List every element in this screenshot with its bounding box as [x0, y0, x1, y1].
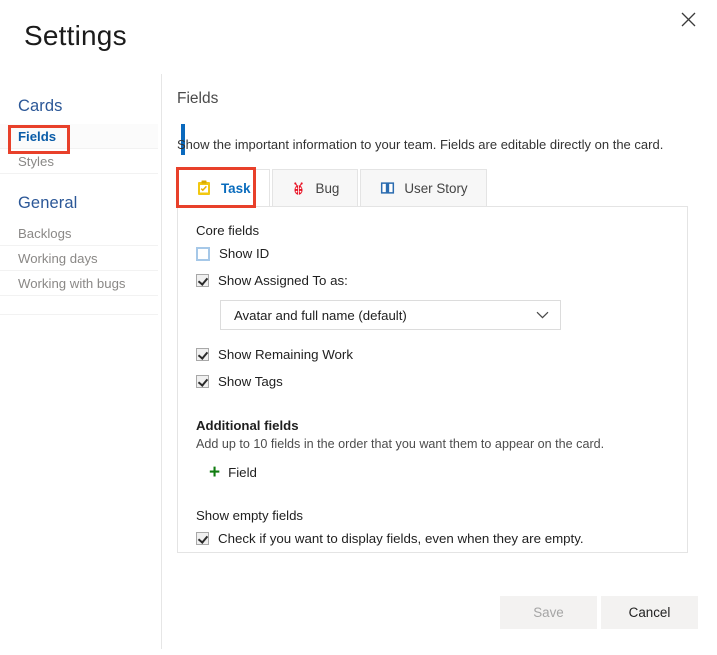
- show-id-row[interactable]: Show ID: [196, 246, 669, 261]
- sidebar-group-general-title: General: [18, 194, 78, 212]
- chevron-down-icon: [536, 311, 549, 319]
- save-button[interactable]: Save: [500, 596, 597, 629]
- assigned-to-display-select[interactable]: Avatar and full name (default): [220, 300, 561, 330]
- show-assigned-to-checkbox[interactable]: [196, 274, 209, 287]
- book-icon: [379, 180, 395, 196]
- show-tags-label: Show Tags: [218, 374, 283, 389]
- sidebar-item-working-with-bugs[interactable]: Working with bugs: [0, 271, 158, 296]
- page-title: Settings: [24, 20, 127, 51]
- tab-task[interactable]: Task: [177, 169, 270, 206]
- add-field-label: Field: [228, 465, 257, 480]
- add-field-button[interactable]: + Field: [209, 461, 257, 483]
- sidebar-item-fields[interactable]: Fields: [0, 124, 158, 149]
- fields-panel: Core fields Show ID Show Assigned To as:…: [177, 206, 688, 553]
- sidebar-item-styles[interactable]: Styles: [0, 149, 158, 174]
- additional-fields-description: Add up to 10 fields in the order that yo…: [196, 437, 605, 451]
- ladybug-icon: [291, 180, 307, 196]
- settings-dialog: Settings Cards Fields Styles General Bac…: [0, 0, 717, 655]
- assigned-to-display-value: Avatar and full name (default): [234, 307, 407, 323]
- additional-fields-label: Additional fields: [196, 418, 299, 433]
- sidebar-group-cards-title: Cards: [18, 97, 63, 115]
- show-remaining-work-label: Show Remaining Work: [218, 347, 353, 362]
- sidebar: Cards Fields Styles General Backlogs Wor…: [0, 93, 160, 315]
- content-title: Fields: [177, 90, 219, 107]
- core-fields-label: Core fields: [196, 223, 260, 238]
- show-empty-fields-checkbox[interactable]: [196, 532, 209, 545]
- sidebar-item-working-days[interactable]: Working days: [0, 246, 158, 271]
- clipboard-task-icon: [196, 180, 212, 196]
- sidebar-item-label: Backlogs: [18, 226, 72, 241]
- tab-user-story[interactable]: User Story: [360, 169, 487, 206]
- show-empty-fields-label: Show empty fields: [196, 508, 304, 523]
- close-icon[interactable]: [673, 5, 703, 33]
- show-id-checkbox[interactable]: [196, 246, 210, 261]
- sidebar-item-backlogs[interactable]: Backlogs: [0, 221, 158, 246]
- sidebar-item-label: Working days: [18, 251, 98, 266]
- show-empty-fields-checkbox-label: Check if you want to display fields, eve…: [218, 531, 584, 546]
- sidebar-spacer-bottom: [0, 296, 160, 314]
- show-assigned-to-row[interactable]: Show Assigned To as:: [196, 273, 669, 288]
- sidebar-bottom-divider: [0, 314, 158, 315]
- sidebar-item-label: Styles: [18, 154, 54, 169]
- tab-label: Task: [221, 180, 251, 196]
- sidebar-item-label: Fields: [18, 129, 57, 144]
- show-remaining-work-row[interactable]: Show Remaining Work: [196, 347, 669, 362]
- show-id-label: Show ID: [219, 246, 270, 261]
- tab-label: Bug: [315, 180, 340, 196]
- plus-icon: +: [209, 461, 221, 483]
- show-empty-fields-row[interactable]: Check if you want to display fields, eve…: [196, 531, 669, 546]
- show-remaining-work-checkbox[interactable]: [196, 348, 209, 361]
- work-item-type-tabs: Task Bug User Story: [177, 169, 487, 206]
- sidebar-divider: [161, 74, 162, 649]
- show-tags-checkbox[interactable]: [196, 375, 209, 388]
- tab-bug[interactable]: Bug: [271, 169, 359, 206]
- content-description: Show the important information to your t…: [177, 137, 664, 152]
- show-tags-row[interactable]: Show Tags: [196, 374, 669, 389]
- tab-label: User Story: [404, 180, 468, 196]
- sidebar-item-label: Working with bugs: [18, 276, 126, 291]
- content-header: Fields Show the important information to…: [177, 90, 697, 152]
- cancel-button[interactable]: Cancel: [601, 596, 698, 629]
- show-assigned-to-label: Show Assigned To as:: [218, 273, 348, 288]
- dialog-footer: Save Cancel: [0, 596, 717, 630]
